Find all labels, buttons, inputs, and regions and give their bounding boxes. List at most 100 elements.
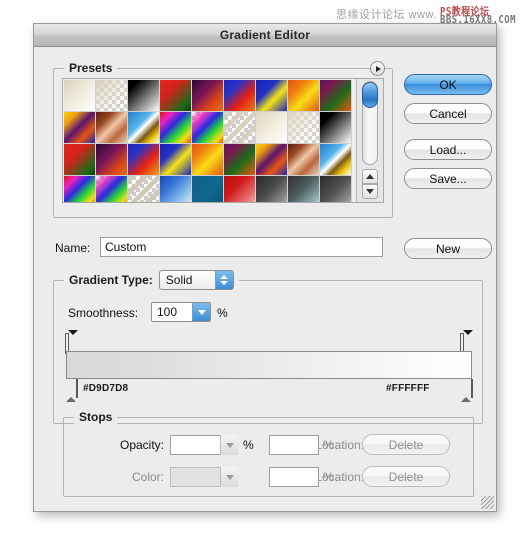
preset-swatch[interactable] bbox=[96, 144, 128, 176]
preset-swatch[interactable] bbox=[224, 176, 256, 202]
preset-swatch[interactable] bbox=[160, 176, 192, 202]
preset-swatch[interactable] bbox=[288, 112, 320, 144]
presets-grid-viewport[interactable] bbox=[63, 79, 356, 202]
preset-swatch[interactable] bbox=[64, 176, 96, 202]
preset-swatch[interactable] bbox=[320, 176, 352, 202]
smoothness-input[interactable]: 100 bbox=[151, 302, 211, 322]
cancel-button[interactable]: Cancel bbox=[404, 103, 492, 124]
preset-swatch[interactable] bbox=[288, 80, 320, 112]
preset-swatch[interactable] bbox=[256, 176, 288, 202]
resize-grip-icon[interactable] bbox=[481, 496, 494, 509]
opacity-location-input[interactable] bbox=[269, 435, 319, 455]
preset-swatch[interactable] bbox=[128, 176, 160, 202]
gradient-preview-strip: #D9D7D8 #FFFFFF bbox=[66, 330, 473, 402]
gradient-type-value: Solid bbox=[165, 273, 193, 287]
preset-swatch[interactable] bbox=[64, 112, 96, 144]
arrow-up-icon bbox=[366, 174, 374, 179]
gradient-type-select[interactable]: Solid bbox=[158, 270, 234, 290]
color-stop-right[interactable] bbox=[461, 379, 473, 402]
chevron-down-icon bbox=[225, 442, 234, 448]
opacity-location-unit: % bbox=[323, 438, 334, 452]
preset-swatch[interactable] bbox=[96, 112, 128, 144]
opacity-stop-pointer-icon bbox=[68, 330, 78, 352]
color-stop-pointer-icon bbox=[66, 380, 76, 402]
preset-swatch[interactable] bbox=[128, 144, 160, 176]
preset-swatch[interactable] bbox=[256, 80, 288, 112]
preset-swatch[interactable] bbox=[320, 144, 352, 176]
preset-swatch-fill bbox=[96, 176, 127, 202]
preset-swatch-fill bbox=[64, 144, 95, 175]
color-stop-left[interactable] bbox=[66, 379, 78, 402]
scroll-down-button[interactable] bbox=[362, 184, 378, 199]
stops-group-title: Stops bbox=[74, 410, 118, 424]
preset-swatch[interactable] bbox=[192, 112, 224, 144]
chevron-down-icon bbox=[197, 309, 206, 315]
opacity-stop-right[interactable] bbox=[461, 330, 473, 353]
preset-swatch[interactable] bbox=[64, 80, 96, 112]
preset-swatch[interactable] bbox=[224, 144, 256, 176]
panel-options-triangle-icon bbox=[376, 65, 381, 72]
preset-swatch[interactable] bbox=[192, 80, 224, 112]
preset-swatch[interactable] bbox=[320, 80, 352, 112]
preset-swatch[interactable] bbox=[224, 112, 256, 144]
preset-swatch[interactable] bbox=[160, 112, 192, 144]
color-stop-row: Color: Location: % Delete bbox=[64, 466, 473, 488]
preset-swatch-fill bbox=[320, 112, 351, 143]
preset-swatch[interactable] bbox=[128, 80, 160, 112]
opacity-label: Opacity: bbox=[119, 438, 164, 452]
preset-swatch[interactable] bbox=[128, 112, 160, 144]
color-dropdown-button[interactable] bbox=[220, 467, 238, 487]
preset-swatch[interactable] bbox=[224, 80, 256, 112]
ok-button[interactable]: OK bbox=[404, 74, 492, 95]
color-stop-swatch bbox=[471, 379, 473, 398]
opacity-dropdown-button[interactable] bbox=[220, 435, 238, 455]
opacity-delete-button[interactable]: Delete bbox=[362, 434, 450, 455]
scrollbar-thumb[interactable] bbox=[362, 82, 378, 108]
preset-swatch-fill bbox=[320, 176, 351, 202]
preset-swatch-fill bbox=[288, 144, 319, 175]
dialog-titlebar[interactable]: Gradient Editor bbox=[34, 24, 496, 47]
gradient-editor-dialog: Gradient Editor Presets OK Cancel Load..… bbox=[33, 23, 497, 512]
presets-scrollbar[interactable] bbox=[356, 79, 383, 202]
preset-swatch[interactable] bbox=[160, 80, 192, 112]
name-label: Name: bbox=[55, 241, 91, 255]
opacity-stop-left[interactable] bbox=[66, 330, 78, 353]
presets-group: Presets bbox=[53, 61, 393, 218]
preset-swatch[interactable] bbox=[160, 144, 192, 176]
preset-swatch-fill bbox=[224, 112, 255, 143]
color-location-unit: % bbox=[323, 470, 334, 484]
preset-swatch[interactable] bbox=[64, 144, 96, 176]
color-location-input[interactable] bbox=[269, 467, 319, 487]
preset-swatch[interactable] bbox=[192, 176, 224, 202]
preset-swatch-fill bbox=[288, 112, 319, 143]
preset-swatch[interactable] bbox=[320, 112, 352, 144]
preset-swatch[interactable] bbox=[288, 144, 320, 176]
stepper-down-icon bbox=[220, 281, 229, 285]
preset-swatch-fill bbox=[320, 80, 351, 111]
gradient-type-stepper-icon[interactable] bbox=[214, 271, 233, 289]
presets-options-icon[interactable] bbox=[370, 61, 385, 76]
preset-swatch-fill bbox=[288, 80, 319, 111]
preset-swatch-fill bbox=[192, 144, 223, 175]
gradient-bar[interactable] bbox=[66, 351, 472, 379]
gradient-type-row: Gradient Type: Solid bbox=[64, 270, 239, 290]
new-button[interactable]: New bbox=[404, 238, 492, 259]
preset-swatch[interactable] bbox=[192, 144, 224, 176]
save-button[interactable]: Save... bbox=[404, 168, 492, 189]
name-input[interactable]: Custom bbox=[100, 237, 383, 257]
preset-swatch[interactable] bbox=[288, 176, 320, 202]
preset-swatch[interactable] bbox=[96, 80, 128, 112]
preset-swatch[interactable] bbox=[96, 176, 128, 202]
scroll-up-button[interactable] bbox=[362, 169, 378, 184]
preset-swatch-fill bbox=[256, 176, 287, 202]
watermark-chinese-text: 思缘设计论坛 www. bbox=[336, 9, 437, 21]
preset-swatch-fill bbox=[160, 80, 191, 111]
left-stop-hex-label: #D9D7D8 bbox=[83, 383, 129, 394]
preset-swatch[interactable] bbox=[256, 144, 288, 176]
load-button[interactable]: Load... bbox=[404, 139, 492, 160]
color-stop-pointer-icon bbox=[461, 380, 471, 402]
opacity-stop-pointer-icon bbox=[463, 330, 473, 352]
smoothness-dropdown-button[interactable] bbox=[192, 303, 210, 321]
color-delete-button[interactable]: Delete bbox=[362, 466, 450, 487]
preset-swatch[interactable] bbox=[256, 112, 288, 144]
